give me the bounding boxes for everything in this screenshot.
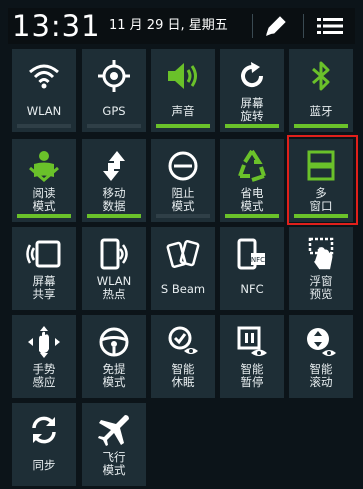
toggle-label: 蓝牙 [309,104,333,118]
toggle-tile[interactable]: 蓝牙 [289,49,354,133]
toggle-tile[interactable]: 智能 休眠 [151,315,216,399]
toggle-label: 阅读 模式 [32,186,56,213]
toggle-label: 屏幕 共享 [32,274,56,301]
toggle-state-indicator [225,124,279,128]
toggle-label: NFC [240,282,264,296]
toggle-label: 飞行 模式 [102,450,126,477]
mobile-data-icon [95,147,133,185]
toggle-tile[interactable]: 飞行 模式 [82,403,147,487]
sync-icon [25,411,63,449]
smart-scroll-icon [302,323,340,361]
toggle-state-indicator [87,124,141,128]
toggle-state-indicator [294,124,348,128]
left-edge [0,0,8,489]
gps-icon [95,57,133,95]
toggle-state-indicator [225,214,279,218]
screen-share-icon [25,235,63,273]
toggle-tile[interactable]: S Beam [151,227,216,311]
toggle-label: S Beam [160,282,206,296]
toggle-tile[interactable]: 智能 滚动 [289,315,354,399]
status-bar: 13:31 11 月 29 日, 星期五 [8,8,355,44]
toggle-label: WLAN [26,104,62,118]
date-label: 11 月 29 日, 星期五 [109,18,228,33]
block-icon [164,147,202,185]
toggle-label: 智能 休眠 [171,362,195,389]
toggle-state-indicator [17,214,71,218]
clock: 13:31 [12,9,101,43]
toggle-tile[interactable]: 手势 感应 [12,315,77,399]
edit-pencil-icon[interactable] [261,12,291,40]
sbeam-icon [164,235,202,273]
hotspot-icon [95,235,133,273]
divider [252,14,253,38]
toggle-label: 阻止 模式 [171,186,195,213]
handsfree-icon [95,323,133,361]
divider [303,14,304,38]
toggle-label: GPS [102,104,126,118]
toggle-state-indicator [156,124,210,128]
toggle-tile[interactable]: 阻止 模式 [151,139,216,223]
highlight-box [287,135,358,225]
toggle-state-indicator [17,124,71,128]
toggle-tile[interactable]: 屏幕 共享 [12,227,77,311]
smart-stay-icon [164,323,202,361]
toggle-label: 省电 模式 [240,186,264,213]
toggle-tile[interactable]: WLAN [12,49,77,133]
toggle-tile[interactable]: WLAN 热点 [82,227,147,311]
toggle-tile[interactable]: 省电 模式 [220,139,285,223]
toggle-tile[interactable]: 移动 数据 [82,139,147,223]
toggle-label: 免提 模式 [102,362,126,389]
airplane-icon [95,411,133,449]
toggle-tile[interactable]: 同步 [12,403,77,487]
toggle-label: WLAN 热点 [96,274,132,301]
rotate-icon [233,57,271,95]
toggle-tile[interactable]: 阅读 模式 [12,139,77,223]
toggle-tile[interactable]: GPS [82,49,147,133]
bluetooth-icon [302,57,340,95]
smart-pause-icon [233,323,271,361]
toggle-tile[interactable]: 浮窗 预览 [289,227,354,311]
toggle-tile[interactable]: 智能 暂停 [220,315,285,399]
float-preview-icon [302,235,340,273]
toggle-tile[interactable]: 免提 模式 [82,315,147,399]
reading-icon [25,147,63,185]
toggle-state-indicator [156,214,210,218]
nfc-icon: NFC [233,235,271,273]
svg-text:NFC: NFC [251,256,265,264]
settings-list-icon[interactable] [313,12,347,40]
toggle-tile[interactable]: 声音 [151,49,216,133]
toggle-label: 手势 感应 [32,362,56,389]
toggle-label: 屏幕 旋转 [240,96,264,123]
toggle-label: 智能 滚动 [309,362,333,389]
recycle-icon [233,147,271,185]
sound-icon [164,57,202,95]
quick-settings-panel: 13:31 11 月 29 日, 星期五 WLAN GPS 声音 屏幕 旋转 蓝牙阅读 … [0,0,363,489]
wifi-icon [25,57,63,95]
toggle-label: 浮窗 预览 [309,274,333,301]
toggle-label: 同步 [32,458,56,472]
toggle-state-indicator [87,214,141,218]
toggle-label: 移动 数据 [102,186,126,213]
gesture-icon [25,323,63,361]
toggle-label: 智能 暂停 [240,362,264,389]
toggle-tile[interactable]: NFC NFC [220,227,285,311]
toggle-label: 声音 [171,104,195,118]
toggle-tile[interactable]: 屏幕 旋转 [220,49,285,133]
